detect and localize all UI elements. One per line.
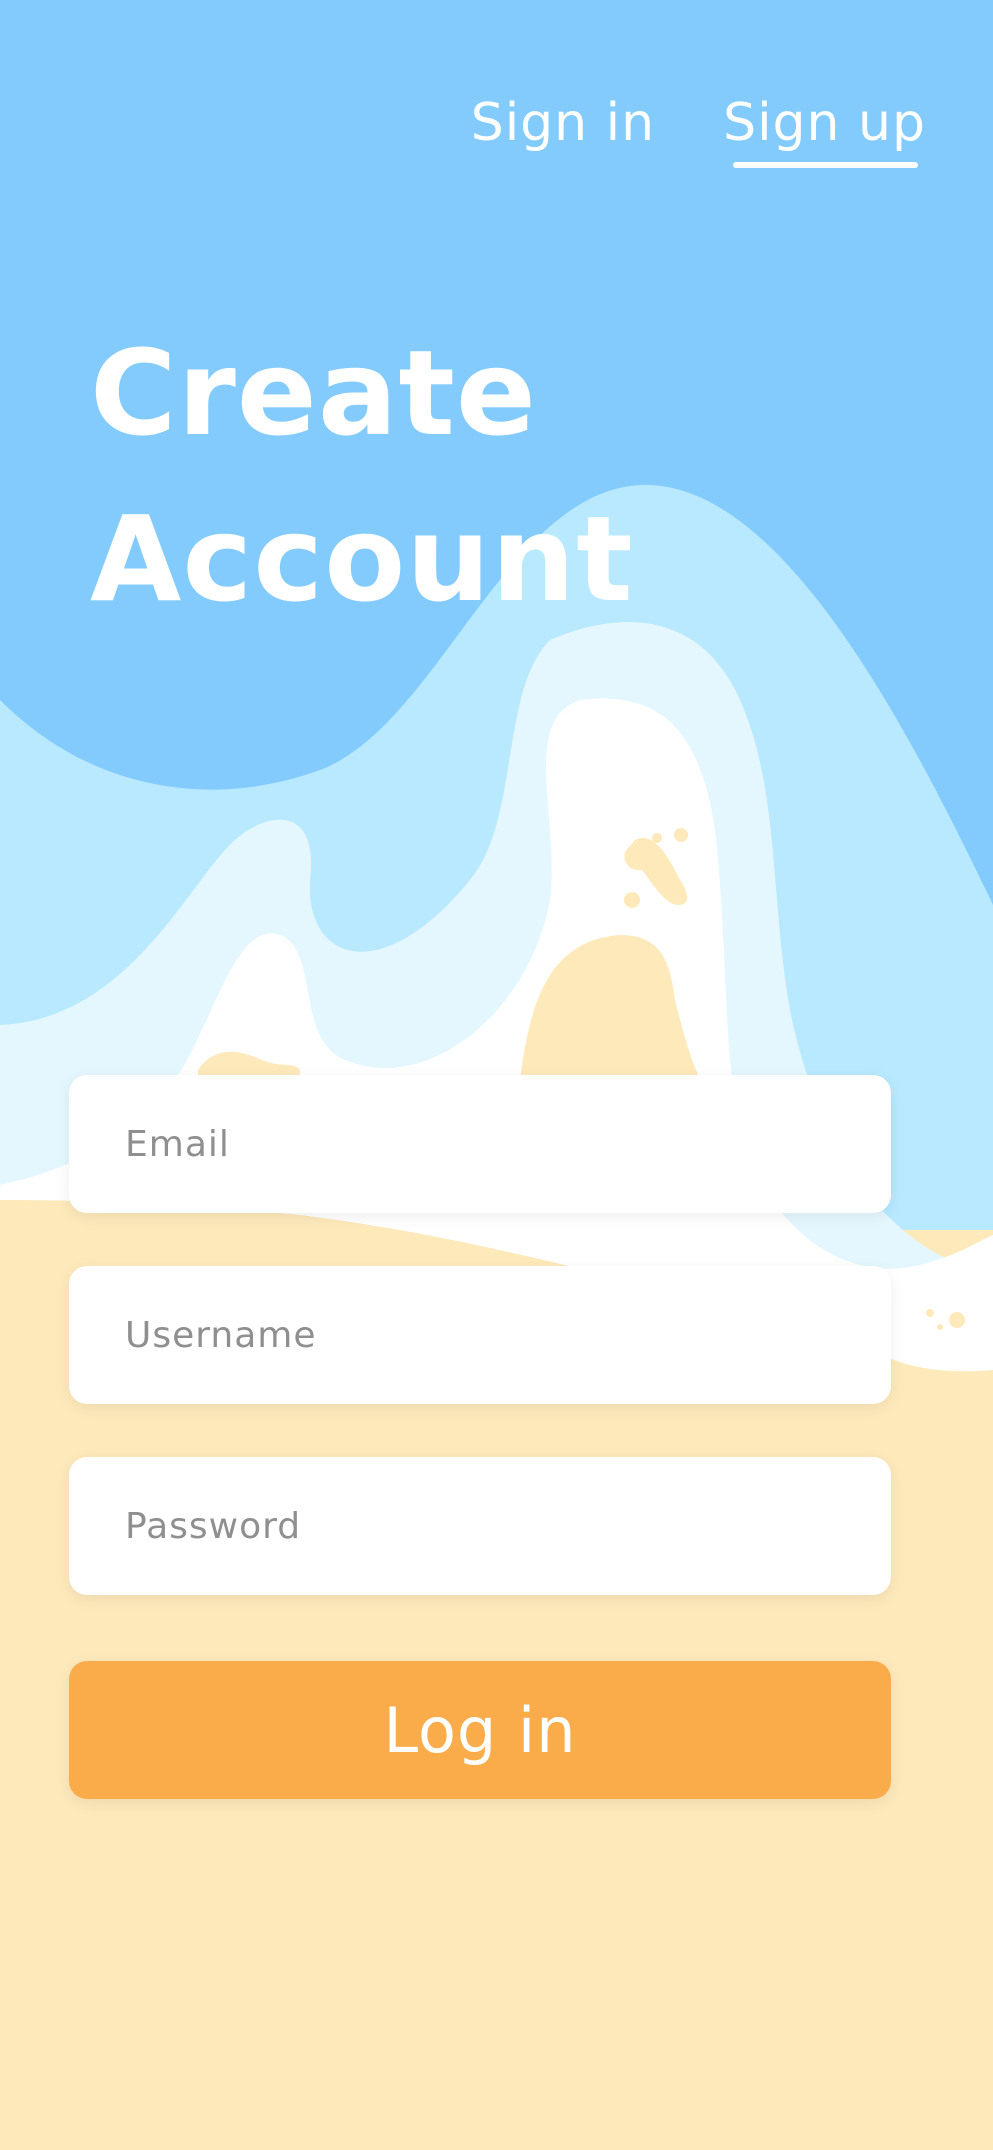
- password-field[interactable]: [69, 1457, 891, 1595]
- tab-sign-up[interactable]: Sign up: [723, 92, 926, 169]
- email-field[interactable]: [69, 1075, 891, 1213]
- sign-up-form: Log in: [69, 1075, 891, 1799]
- page-title: Create Account: [90, 310, 710, 642]
- log-in-button[interactable]: Log in: [69, 1661, 891, 1799]
- username-field[interactable]: [69, 1266, 891, 1404]
- title-line-account: Account: [90, 490, 634, 628]
- sign-up-screen: Sign in Sign up Create Account Log in: [0, 0, 993, 2150]
- title-line-create: Create: [90, 324, 537, 462]
- tab-sign-in[interactable]: Sign in: [471, 92, 655, 168]
- auth-tabs: Sign in Sign up: [471, 92, 926, 169]
